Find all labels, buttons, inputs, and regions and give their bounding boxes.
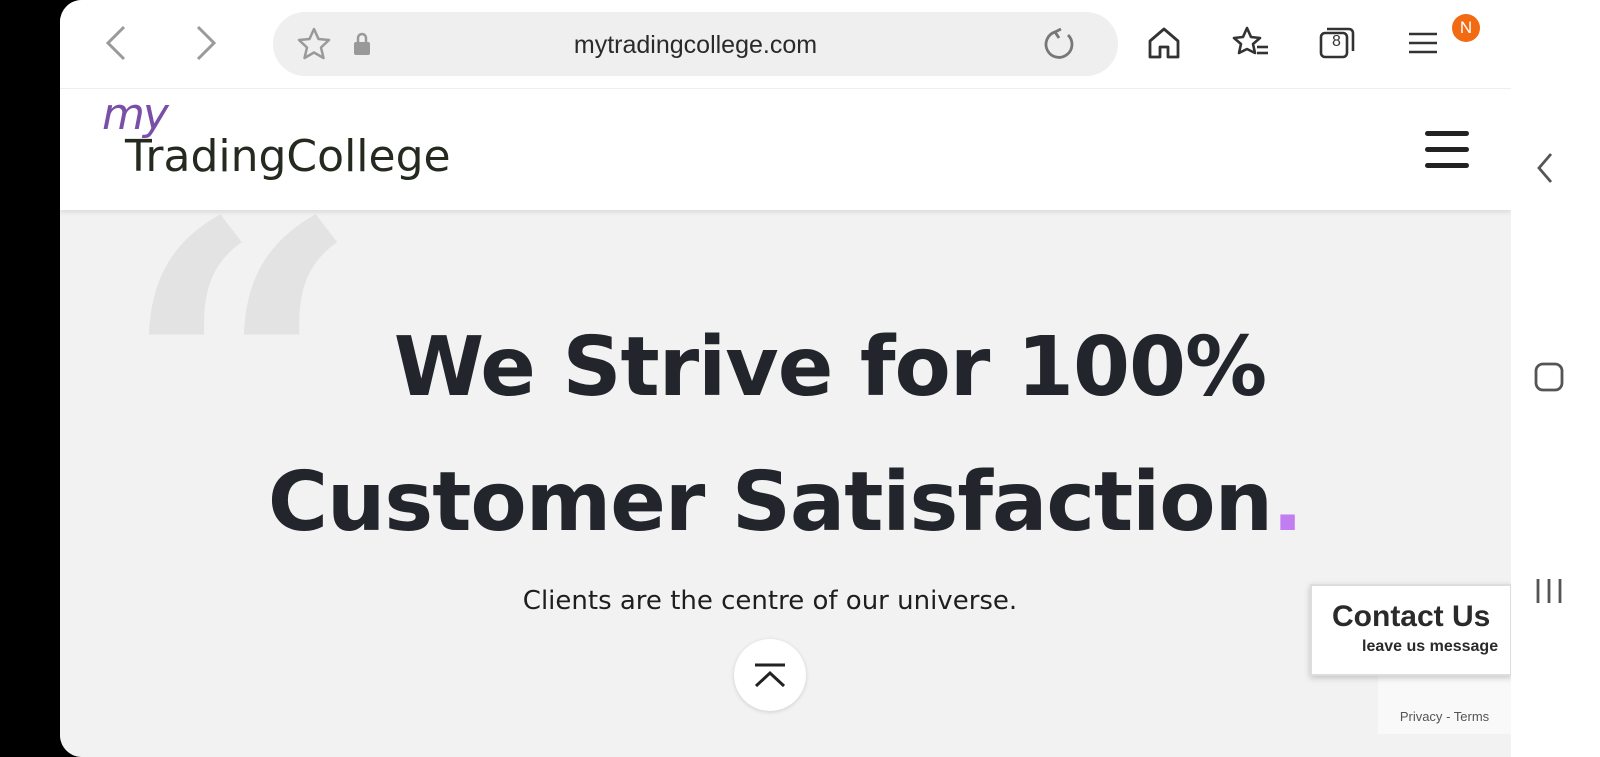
- chevron-up-icon: [754, 663, 786, 688]
- home-icon[interactable]: [1141, 20, 1187, 66]
- reload-icon[interactable]: [1036, 21, 1082, 67]
- site-header: my TradingCollege: [60, 89, 1511, 210]
- back-icon[interactable]: [94, 20, 140, 66]
- system-back-icon[interactable]: [1533, 150, 1557, 190]
- contact-title: Contact Us: [1332, 600, 1491, 633]
- site-menu-icon[interactable]: [1425, 131, 1469, 171]
- bookmarks-icon[interactable]: [1228, 20, 1274, 66]
- system-home-icon[interactable]: [1533, 361, 1565, 397]
- logo-main[interactable]: TradingCollege: [125, 131, 451, 182]
- headline-dot: .: [1271, 455, 1303, 550]
- browser-window: mytradingcollege.com 8 N my TradingColle…: [60, 0, 1511, 757]
- notification-badge: N: [1452, 14, 1480, 42]
- menu-icon[interactable]: [1400, 20, 1446, 66]
- recaptcha-links: Privacy - Terms: [1378, 709, 1511, 724]
- headline-line2-text: Customer Satisfaction: [267, 455, 1273, 550]
- headline-line1: We Strive for 100%: [393, 320, 1267, 415]
- system-recents-icon[interactable]: [1533, 576, 1565, 610]
- headline-line2: Customer Satisfaction.: [60, 455, 1510, 550]
- system-nav-bar: [1511, 0, 1600, 757]
- contact-us-widget[interactable]: Contact Us leave us message: [1310, 584, 1511, 676]
- link-separator: -: [1446, 709, 1451, 724]
- address-bar[interactable]: mytradingcollege.com: [273, 12, 1118, 76]
- forward-icon[interactable]: [182, 20, 228, 66]
- contact-subtitle: leave us message: [1362, 638, 1499, 655]
- browser-toolbar: mytradingcollege.com 8 N: [60, 0, 1511, 89]
- recaptcha-badge: [1378, 672, 1511, 734]
- hero-section: “ We Strive for 100% Customer Satisfacti…: [60, 170, 1511, 757]
- terms-link[interactable]: Terms: [1454, 709, 1489, 724]
- tabs-count: 8: [1332, 33, 1341, 50]
- scroll-to-top-button[interactable]: [734, 639, 806, 711]
- url-text: mytradingcollege.com: [573, 31, 818, 59]
- privacy-link[interactable]: Privacy: [1400, 709, 1443, 724]
- hero-subline: Clients are the centre of our universe.: [522, 586, 1018, 616]
- tabs-icon[interactable]: 8: [1314, 20, 1360, 66]
